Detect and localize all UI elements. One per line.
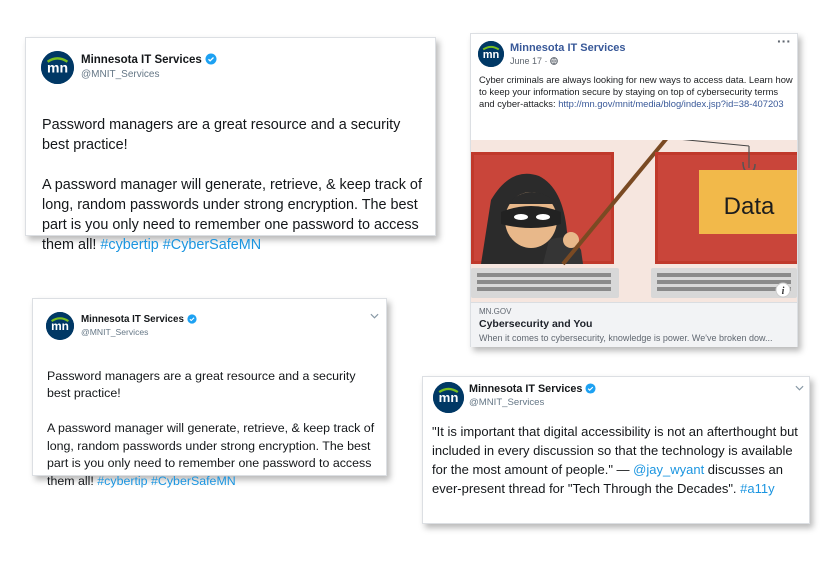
globe-icon <box>550 57 558 65</box>
post-date-text: June 17 · <box>510 56 551 66</box>
hashtag-cybertip[interactable]: #cybertip <box>100 237 158 253</box>
account-name-text: Minnesota IT Services <box>81 54 202 66</box>
post-date[interactable]: June 17 · <box>510 56 558 66</box>
verified-badge-icon <box>205 53 217 65</box>
tweet-text: Password managers are a great resource a… <box>42 95 430 255</box>
account-handle[interactable]: @MNIT_Services <box>81 327 148 337</box>
link-domain: MN.GOV <box>479 307 512 316</box>
tweet-card-top-left[interactable]: mn Minnesota IT Services @MNIT_Services … <box>25 37 436 253</box>
tweet-card-bottom-left[interactable]: mn Minnesota IT Services @MNIT_Services … <box>32 298 387 488</box>
account-handle[interactable]: @MNIT_Services <box>469 397 544 408</box>
info-icon: i <box>782 286 785 297</box>
svg-text:mn: mn <box>439 390 459 405</box>
mn-logo-icon[interactable]: mn <box>41 51 74 84</box>
tweet-card-bottom-right[interactable]: mn Minnesota IT Services @MNIT_Services … <box>422 376 810 524</box>
verified-badge-icon <box>187 314 197 324</box>
hashtag-cybersafemn[interactable]: #CyberSafeMN <box>151 474 236 488</box>
account-name[interactable]: Minnesota IT Services <box>81 314 197 325</box>
cybersecurity-illustration[interactable]: Data i <box>471 140 797 302</box>
more-options-icon[interactable]: ··· <box>777 33 791 49</box>
chevron-down-icon[interactable] <box>795 385 804 391</box>
account-name-text: Minnesota IT Services <box>81 314 184 325</box>
account-handle[interactable]: @MNIT_Services <box>81 69 160 80</box>
mn-logo-icon[interactable]: mn <box>478 41 504 67</box>
tweet-paragraph-1: Password managers are a great resource a… <box>42 117 401 153</box>
image-label: Data <box>724 193 775 220</box>
tweet-paragraph-1: Password managers are a great resource a… <box>47 368 356 401</box>
svg-text:mn: mn <box>47 59 68 75</box>
svg-text:mn: mn <box>51 319 69 333</box>
svg-text:mn: mn <box>483 49 500 61</box>
account-name-text: Minnesota IT Services <box>469 383 583 395</box>
post-link[interactable]: http://mn.gov/mnit/media/blog/index.jsp?… <box>558 98 783 109</box>
mn-logo-icon[interactable]: mn <box>46 312 74 340</box>
hashtag-a11y[interactable]: #a11y <box>740 481 774 496</box>
facebook-post-card[interactable]: mn Minnesota IT Services June 17 · ··· C… <box>470 33 798 347</box>
verified-badge-icon <box>585 383 596 394</box>
mention-jay-wyant[interactable]: @jay_wyant <box>633 462 704 477</box>
tweet-text: Password managers are a great resource a… <box>47 350 382 490</box>
hashtag-cybertip[interactable]: #cybertip <box>97 474 147 488</box>
link-preview-footer[interactable]: MN.GOV Cybersecurity and You When it com… <box>471 302 797 347</box>
account-name[interactable]: Minnesota IT Services <box>81 53 217 66</box>
account-name[interactable]: Minnesota IT Services <box>469 383 596 395</box>
post-body: Cyber criminals are always looking for n… <box>479 74 793 110</box>
tweet-text: "It is important that digital accessibil… <box>432 422 807 498</box>
chevron-down-icon[interactable] <box>370 313 379 319</box>
mn-logo-icon[interactable]: mn <box>433 382 464 413</box>
link-description: When it comes to cybersecurity, knowledg… <box>479 333 773 343</box>
hashtag-cybersafemn[interactable]: #CyberSafeMN <box>163 237 261 253</box>
page-name[interactable]: Minnesota IT Services <box>510 42 626 54</box>
link-title[interactable]: Cybersecurity and You <box>479 318 592 330</box>
